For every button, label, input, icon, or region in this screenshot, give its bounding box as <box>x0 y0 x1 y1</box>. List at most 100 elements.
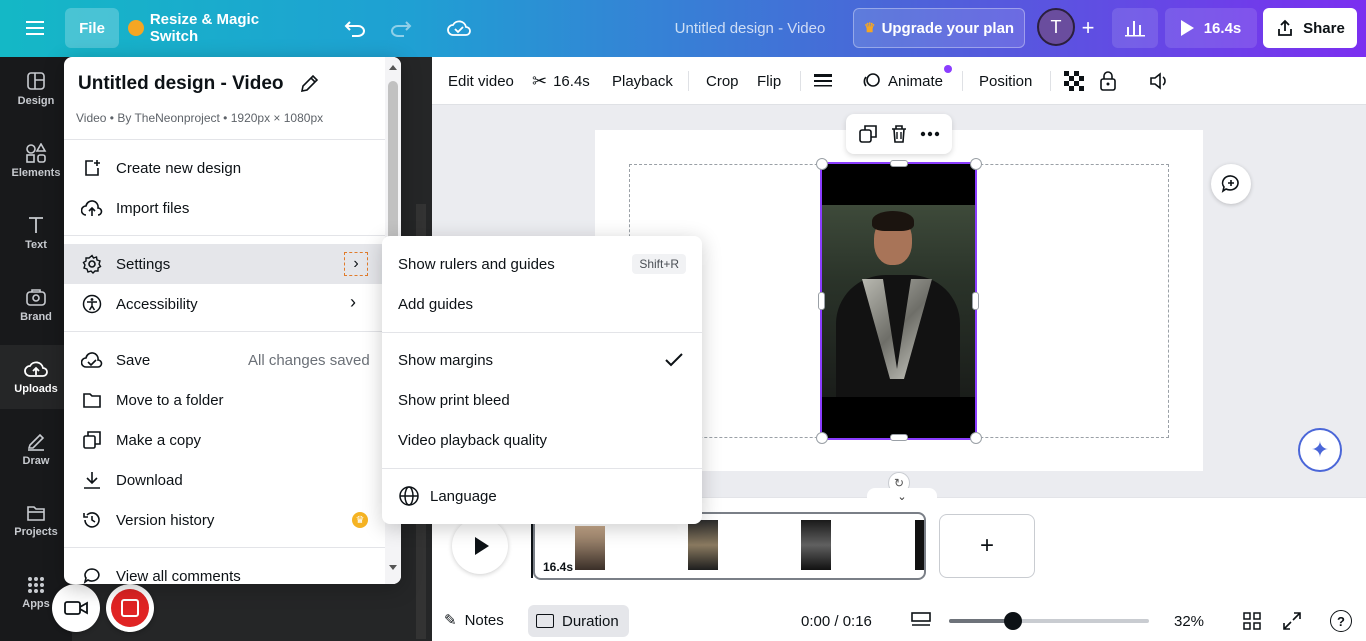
more-icon[interactable] <box>920 131 940 137</box>
magic-assistant-button[interactable]: ✦ <box>1298 428 1342 472</box>
zoom-slider-thumb[interactable] <box>1004 612 1022 630</box>
upgrade-label: Upgrade your plan <box>881 19 1015 37</box>
page-view-button[interactable] <box>910 611 932 629</box>
fullscreen-button[interactable] <box>1282 611 1302 631</box>
crown-icon: ♛ <box>352 512 368 528</box>
zoom-level[interactable]: 32% <box>1174 613 1204 630</box>
grid-view-button[interactable] <box>1242 611 1262 631</box>
share-button[interactable]: Share <box>1263 8 1357 48</box>
notes-button[interactable]: ✎ Notes <box>444 605 504 635</box>
share-label: Share <box>1303 19 1345 37</box>
collapse-timeline-button[interactable]: ⌄ <box>867 488 937 504</box>
toolbar-divider <box>688 71 689 91</box>
avatar[interactable]: T <box>1037 8 1075 46</box>
file-button[interactable]: File <box>65 8 119 48</box>
scroll-up-icon[interactable] <box>389 65 397 70</box>
top-bar: File Resize & Magic Switch Untitled desi… <box>0 0 1366 57</box>
record-button[interactable] <box>106 584 154 632</box>
add-clip-button[interactable]: + <box>939 514 1035 578</box>
cloud-save-button[interactable] <box>442 12 476 44</box>
playback-button[interactable]: Playback <box>612 57 673 105</box>
zoom-slider[interactable] <box>949 612 1149 630</box>
transparency-button[interactable] <box>1064 57 1084 105</box>
resize-handle[interactable] <box>818 292 825 310</box>
show-rulers-item[interactable]: Show rulers and guides Shift+R <box>382 244 702 284</box>
add-collaborator-button[interactable]: + <box>1076 12 1100 44</box>
save-item[interactable]: Save All changes saved <box>64 340 385 380</box>
border-style-button[interactable] <box>814 57 834 105</box>
rail-item-elements[interactable]: Elements <box>0 129 72 193</box>
settings-item[interactable]: Settings › <box>64 244 385 284</box>
position-button[interactable]: Position <box>979 57 1032 105</box>
menu-item-label: Move to a folder <box>116 391 224 409</box>
import-files-item[interactable]: Import files <box>64 188 385 228</box>
undo-button[interactable] <box>338 12 372 44</box>
edit-video-button[interactable]: Edit video <box>448 57 514 105</box>
menu-button[interactable] <box>18 12 54 44</box>
resize-handle[interactable] <box>890 434 908 441</box>
create-new-design-item[interactable]: Create new design <box>64 148 385 188</box>
present-play-button[interactable]: 16.4s <box>1165 8 1257 48</box>
accessibility-item[interactable]: Accessibility › <box>64 284 385 324</box>
document-title[interactable]: Untitled design - Video <box>660 12 840 44</box>
resize-handle[interactable] <box>890 160 908 167</box>
video-element[interactable] <box>820 162 977 440</box>
save-status: All changes saved <box>248 351 370 369</box>
download-item[interactable]: Download <box>64 460 385 500</box>
resize-handle[interactable] <box>970 432 982 444</box>
plus-icon: + <box>979 532 994 559</box>
rail-item-design[interactable]: Design <box>0 57 72 121</box>
scroll-down-icon[interactable] <box>389 565 397 570</box>
flip-label: Flip <box>757 72 782 90</box>
view-comments-item[interactable]: View all comments <box>64 556 385 584</box>
trash-icon[interactable] <box>890 124 908 144</box>
copy-icon <box>80 428 104 452</box>
trim-button[interactable]: ✂ 16.4s <box>532 57 590 105</box>
resize-button[interactable]: Resize & Magic Switch <box>128 8 310 48</box>
resize-handle[interactable] <box>972 292 979 310</box>
rail-item-projects[interactable]: Projects <box>0 489 72 553</box>
rail-item-brand[interactable]: Brand <box>0 273 72 337</box>
comment-button[interactable] <box>1211 164 1251 204</box>
resize-handle[interactable] <box>816 432 828 444</box>
resize-handle[interactable] <box>970 158 982 170</box>
camera-button[interactable] <box>52 584 100 632</box>
add-guides-item[interactable]: Add guides <box>382 284 702 324</box>
rail-label: Text <box>25 239 47 251</box>
uploads-icon <box>24 361 48 377</box>
rail-label: Design <box>17 95 55 107</box>
duration-button[interactable]: Duration <box>528 605 629 637</box>
video-playback-quality-item[interactable]: Video playback quality <box>382 420 702 460</box>
duplicate-icon[interactable] <box>858 124 878 144</box>
animate-button[interactable]: Animate <box>862 57 952 105</box>
resize-handle[interactable] <box>816 158 828 170</box>
insights-button[interactable] <box>1112 8 1158 48</box>
timeline-play-button[interactable] <box>452 518 508 574</box>
help-icon: ? <box>1337 613 1345 629</box>
crop-button[interactable]: Crop <box>706 57 739 105</box>
file-button-label: File <box>79 19 105 37</box>
move-to-folder-item[interactable]: Move to a folder <box>64 380 385 420</box>
menu-item-label: Add guides <box>398 295 474 313</box>
show-print-bleed-item[interactable]: Show print bleed <box>382 380 702 420</box>
redo-button[interactable] <box>384 12 418 44</box>
rail-item-draw[interactable]: Draw <box>0 417 72 481</box>
flip-button[interactable]: Flip <box>757 57 781 105</box>
help-button[interactable]: ? <box>1330 610 1352 632</box>
upgrade-button[interactable]: ♛ Upgrade your plan <box>853 8 1025 48</box>
version-history-item[interactable]: Version history ♛ <box>64 500 385 540</box>
lock-button[interactable] <box>1099 57 1117 105</box>
pencil-icon[interactable] <box>298 73 320 95</box>
rail-item-text[interactable]: Text <box>0 201 72 265</box>
menu-item-label: Version history <box>116 511 215 529</box>
make-copy-item[interactable]: Make a copy <box>64 420 385 460</box>
trim-duration: 16.4s <box>553 72 590 90</box>
checkmark-icon <box>665 353 683 367</box>
language-item[interactable]: Language <box>382 476 702 516</box>
file-menu-title[interactable]: Untitled design - Video <box>78 73 284 95</box>
rail-item-uploads[interactable]: Uploads <box>0 345 72 409</box>
cloud-check-icon <box>80 348 104 372</box>
volume-button[interactable] <box>1148 57 1168 105</box>
show-margins-item[interactable]: Show margins <box>382 340 702 380</box>
video-thumbnail <box>822 205 975 397</box>
